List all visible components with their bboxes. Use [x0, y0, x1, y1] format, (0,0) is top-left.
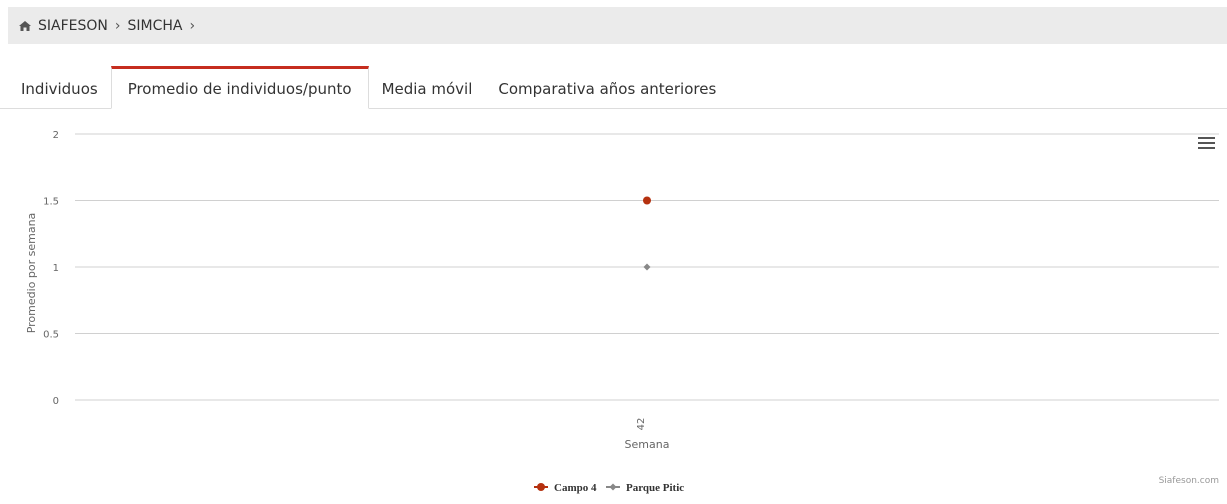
breadcrumb-siafeson[interactable]: SIAFESON [38, 18, 108, 34]
chart-container: 0 0.5 1 1.5 2 Promedio por semana 42 Semana Camp… [0, 110, 1227, 504]
breadcrumb: SIAFESON › SIMCHA › [8, 7, 1227, 44]
tab-promedio-individuos-punto[interactable]: Promedio de individuos/punto [110, 66, 369, 109]
home-icon[interactable] [18, 20, 32, 32]
y-axis-title: Promedio por semana [25, 213, 38, 334]
y-tick-label: 0 [53, 396, 59, 407]
chart-tabs: Individuos Promedio de individuos/punto … [0, 66, 1227, 109]
tab-comparativa-anos-anteriores[interactable]: Comparativa años anteriores [485, 66, 729, 109]
x-axis-title: Semana [625, 438, 670, 451]
legend-marker [537, 483, 545, 491]
breadcrumb-simcha[interactable]: SIMCHA [127, 18, 182, 34]
hamburger-menu-icon[interactable] [1198, 137, 1215, 151]
series-point-parque-pitic [643, 263, 651, 271]
y-tick-label: 1 [53, 263, 59, 274]
legend-item-label: Campo 4 [554, 482, 597, 494]
y-tick-label: 1.5 [43, 197, 59, 208]
y-tick-label: 0.5 [43, 330, 59, 341]
legend-item-label: Parque Pitic [626, 482, 684, 494]
y-tick-label: 2 [53, 130, 59, 141]
breadcrumb-separator: › [114, 17, 121, 34]
chart-credits[interactable]: Siafeson.com [1159, 476, 1219, 486]
breadcrumb-separator: › [189, 17, 196, 34]
x-tick-label: 42 [636, 418, 647, 431]
line-chart: 0 0.5 1 1.5 2 Promedio por semana 42 Semana Camp… [25, 130, 1219, 494]
series-point-campo-4 [643, 196, 651, 205]
legend-marker [609, 483, 617, 491]
tab-media-movil[interactable]: Media móvil [369, 66, 486, 109]
tab-individuos[interactable]: Individuos [8, 66, 111, 109]
